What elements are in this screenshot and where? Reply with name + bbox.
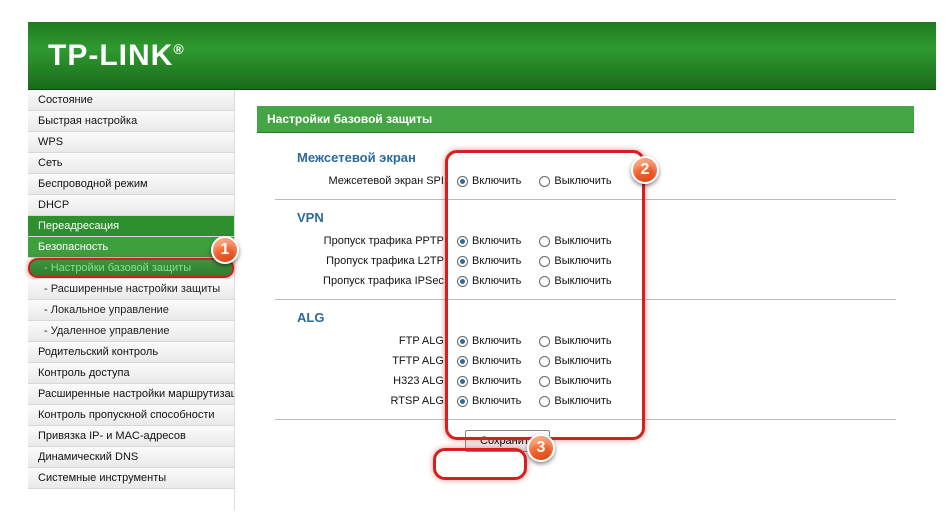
sidebar-item-ddns[interactable]: Динамический DNS	[28, 447, 234, 468]
radio-off-label: Выключить	[554, 355, 611, 367]
label-spi-firewall: Межсетевой экран SPI:	[257, 175, 457, 187]
sidebar-item-access-control[interactable]: Контроль доступа	[28, 363, 234, 384]
sidebar-item-wireless[interactable]: Беспроводной режим	[28, 174, 234, 195]
radio-tftp-disable[interactable]: Выключить	[539, 355, 611, 367]
divider	[275, 199, 896, 200]
sidebar-item-dhcp[interactable]: DHCP	[28, 195, 234, 216]
annotation-callout-1: 1	[211, 236, 239, 264]
label-l2tp: Пропуск трафика L2TP:	[257, 255, 457, 267]
radio-on-label: Включить	[472, 235, 521, 247]
radio-on-label: Включить	[472, 255, 521, 267]
row-rtsp-alg: RTSP ALG: Включить Выключить	[257, 391, 914, 411]
sidebar-item-remote-management[interactable]: - Удаленное управление	[28, 321, 234, 342]
radio-on-label: Включить	[472, 275, 521, 287]
label-ftp-alg: FTP ALG:	[257, 335, 457, 347]
radio-on-label: Включить	[472, 395, 521, 407]
row-h323-alg: H323 ALG: Включить Выключить	[257, 371, 914, 391]
annotation-callout-2: 2	[631, 156, 659, 184]
row-ftp-alg: FTP ALG: Включить Выключить	[257, 331, 914, 351]
radio-h323-enable[interactable]: Включить	[457, 375, 521, 387]
radio-pptp-enable[interactable]: Включить	[457, 235, 521, 247]
section-firewall-heading: Межсетевой экран	[297, 150, 914, 165]
label-pptp: Пропуск трафика PPTP:	[257, 235, 457, 247]
sidebar: Состояние Быстрая настройка WPS Сеть Бес…	[28, 90, 235, 510]
annotation-callout-3: 3	[527, 434, 555, 462]
divider	[275, 419, 896, 420]
row-pptp: Пропуск трафика PPTP: Включить Выключить	[257, 231, 914, 251]
label-rtsp-alg: RTSP ALG:	[257, 395, 457, 407]
row-tftp-alg: TFTP ALG: Включить Выключить	[257, 351, 914, 371]
row-ipsec: Пропуск трафика IPSec: Включить Выключит…	[257, 271, 914, 291]
sidebar-item-routing[interactable]: Расширенные настройки маршрутизации	[28, 384, 234, 405]
label-h323-alg: H323 ALG:	[257, 375, 457, 387]
radio-ipsec-disable[interactable]: Выключить	[539, 275, 611, 287]
row-l2tp: Пропуск трафика L2TP: Включить Выключить	[257, 251, 914, 271]
sidebar-item-parental-control[interactable]: Родительский контроль	[28, 342, 234, 363]
sidebar-item-quick-setup[interactable]: Быстрая настройка	[28, 111, 234, 132]
sidebar-item-security[interactable]: Безопасность	[28, 237, 234, 258]
app-shell: TP-LINK® Состояние Быстрая настройка WPS…	[28, 22, 936, 510]
divider	[275, 299, 896, 300]
radio-tftp-enable[interactable]: Включить	[457, 355, 521, 367]
annotation-box-save	[433, 448, 527, 480]
sidebar-item-system-tools[interactable]: Системные инструменты	[28, 468, 234, 489]
radio-on-label: Включить	[472, 175, 521, 187]
label-tftp-alg: TFTP ALG:	[257, 355, 457, 367]
radio-off-label: Выключить	[554, 335, 611, 347]
radio-on-label: Включить	[472, 375, 521, 387]
radio-off-label: Выключить	[554, 235, 611, 247]
sidebar-item-local-management[interactable]: - Локальное управление	[28, 300, 234, 321]
section-vpn-heading: VPN	[297, 210, 914, 225]
sidebar-item-network[interactable]: Сеть	[28, 153, 234, 174]
row-spi-firewall: Межсетевой экран SPI: Включить Выключить	[257, 171, 914, 191]
sidebar-item-advanced-security[interactable]: - Расширенные настройки защиты	[28, 279, 234, 300]
section-alg-heading: ALG	[297, 310, 914, 325]
radio-on-label: Включить	[472, 335, 521, 347]
radio-l2tp-enable[interactable]: Включить	[457, 255, 521, 267]
radio-spi-disable[interactable]: Выключить	[539, 175, 611, 187]
radio-off-label: Выключить	[554, 255, 611, 267]
radio-off-label: Выключить	[554, 175, 611, 187]
content-area: Настройки базовой защиты Межсетевой экра…	[235, 90, 936, 510]
radio-off-label: Выключить	[554, 375, 611, 387]
radio-on-label: Включить	[472, 355, 521, 367]
radio-off-label: Выключить	[554, 395, 611, 407]
sidebar-item-wps[interactable]: WPS	[28, 132, 234, 153]
radio-l2tp-disable[interactable]: Выключить	[539, 255, 611, 267]
brand-text: TP-LINK	[48, 39, 173, 72]
header: TP-LINK®	[28, 22, 936, 90]
sidebar-item-status[interactable]: Состояние	[28, 90, 234, 111]
sidebar-item-bandwidth[interactable]: Контроль пропускной способности	[28, 405, 234, 426]
brand-logo: TP-LINK®	[48, 39, 185, 73]
radio-ipsec-enable[interactable]: Включить	[457, 275, 521, 287]
radio-off-label: Выключить	[554, 275, 611, 287]
label-ipsec: Пропуск трафика IPSec:	[257, 275, 457, 287]
radio-h323-disable[interactable]: Выключить	[539, 375, 611, 387]
radio-ftp-enable[interactable]: Включить	[457, 335, 521, 347]
radio-rtsp-enable[interactable]: Включить	[457, 395, 521, 407]
sidebar-item-ip-mac-binding[interactable]: Привязка IP- и MAC-адресов	[28, 426, 234, 447]
page-title: Настройки базовой защиты	[257, 106, 914, 132]
radio-spi-enable[interactable]: Включить	[457, 175, 521, 187]
radio-ftp-disable[interactable]: Выключить	[539, 335, 611, 347]
radio-rtsp-disable[interactable]: Выключить	[539, 395, 611, 407]
sidebar-item-basic-security[interactable]: - Настройки базовой защиты	[28, 258, 234, 279]
sidebar-item-forwarding[interactable]: Переадресация	[28, 216, 234, 237]
radio-pptp-disable[interactable]: Выключить	[539, 235, 611, 247]
